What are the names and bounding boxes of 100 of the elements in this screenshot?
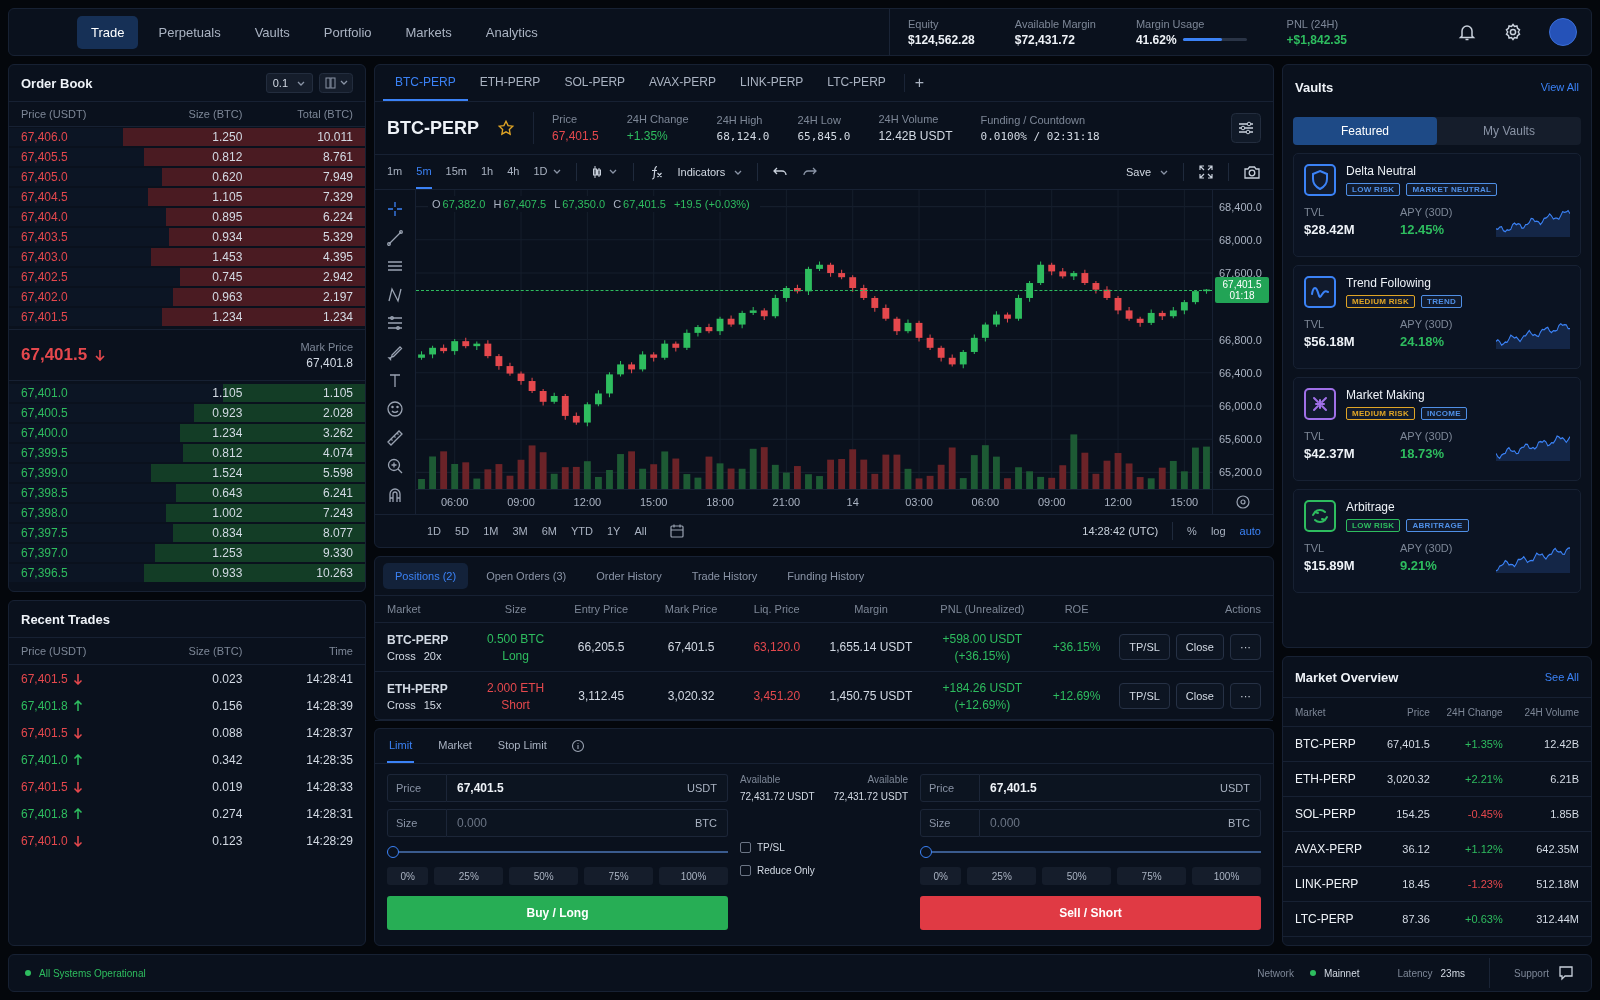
range-button[interactable]: 1M bbox=[483, 525, 499, 537]
emoji-icon[interactable] bbox=[386, 400, 404, 419]
view-all-link[interactable]: View All bbox=[1540, 81, 1579, 93]
candle-type-icon[interactable] bbox=[590, 164, 619, 180]
calendar-icon[interactable] bbox=[668, 523, 685, 539]
support-link[interactable]: Support bbox=[1513, 967, 1549, 979]
camera-icon[interactable] bbox=[1243, 163, 1261, 181]
symbol-tab[interactable]: AVAX-PERP bbox=[637, 65, 728, 101]
interval-button[interactable]: 1D bbox=[533, 155, 562, 189]
symbol-tab[interactable]: LTC-PERP bbox=[815, 65, 898, 101]
nav-tab[interactable]: Perpetuals bbox=[144, 15, 235, 49]
market-row[interactable]: LTC-PERP 87.36 +0.63% 312.44M bbox=[1283, 902, 1591, 937]
vault-card[interactable]: Trend Following MEDIUM RISK TREND TVL $56.18M APY (30D) 24.18% bbox=[1293, 265, 1581, 369]
sell-short-button[interactable]: Sell / Short bbox=[920, 896, 1261, 930]
percent-button[interactable]: 75% bbox=[584, 867, 654, 885]
size-input[interactable]: 0.000 bbox=[980, 809, 1218, 837]
percent-button[interactable]: 25% bbox=[434, 867, 504, 885]
market-row[interactable]: AVAX-PERP 36.12 +1.12% 642.35M bbox=[1283, 832, 1591, 867]
range-button[interactable]: 1Y bbox=[606, 525, 621, 537]
position-action-button[interactable]: ··· bbox=[1230, 683, 1261, 709]
scale-toggle[interactable]: log bbox=[1210, 525, 1226, 537]
percent-button[interactable]: 100% bbox=[1192, 867, 1261, 885]
add-tab-button[interactable]: + bbox=[903, 74, 935, 92]
positions-tab[interactable]: Order History bbox=[584, 563, 674, 589]
market-row[interactable]: LINK-PERP 18.45 -1.23% 512.18M bbox=[1283, 867, 1591, 902]
market-row[interactable]: SOL-PERP 154.25 -0.45% 1.85B bbox=[1283, 797, 1591, 832]
checkbox[interactable] bbox=[740, 865, 751, 876]
zoom-in-icon[interactable] bbox=[386, 457, 404, 476]
see-all-link[interactable]: See All bbox=[1544, 671, 1579, 683]
percent-button[interactable]: 0% bbox=[920, 867, 962, 885]
percent-button[interactable]: 75% bbox=[1117, 867, 1187, 885]
positions-tab[interactable]: Positions (2) bbox=[383, 563, 469, 589]
nav-tab[interactable]: Markets bbox=[391, 15, 466, 49]
checkbox-label[interactable]: Reduce Only bbox=[757, 865, 815, 876]
vault-card[interactable]: Market Making MEDIUM RISK INCOME TVL $42.37M APY (30D) 18.73% bbox=[1293, 377, 1581, 481]
position-action-button[interactable]: Close bbox=[1175, 634, 1224, 660]
market-row[interactable]: ETH-PERP 3,020.32 +2.21% 6.21B bbox=[1283, 762, 1591, 797]
position-action-button[interactable]: Close bbox=[1175, 683, 1224, 709]
percent-button[interactable]: 0% bbox=[387, 867, 429, 885]
checkbox-label[interactable]: TP/SL bbox=[757, 842, 785, 853]
settings-icon[interactable] bbox=[1503, 22, 1523, 42]
nav-tab[interactable]: Trade bbox=[77, 15, 139, 49]
chat-icon[interactable] bbox=[1557, 964, 1575, 982]
interval-button[interactable]: 1h bbox=[480, 155, 494, 189]
range-button[interactable]: YTD bbox=[570, 525, 593, 537]
market-row[interactable]: BTC-PERP 67,401.5 +1.35% 12.42B bbox=[1283, 727, 1591, 762]
slider-thumb[interactable] bbox=[387, 846, 399, 858]
range-button[interactable]: 3M bbox=[512, 525, 528, 537]
save-button[interactable]: Save bbox=[1125, 166, 1169, 178]
interval-button[interactable]: 15m bbox=[445, 155, 467, 189]
position-action-button[interactable]: TP/SL bbox=[1119, 683, 1170, 709]
fullscreen-icon[interactable] bbox=[1198, 164, 1214, 180]
symbol-tab[interactable]: LINK-PERP bbox=[728, 65, 816, 101]
nav-tab[interactable]: Portfolio bbox=[309, 15, 386, 49]
vault-tab[interactable]: My Vaults bbox=[1437, 117, 1581, 145]
settings-sliders-icon[interactable] bbox=[1231, 113, 1261, 143]
positions-tab[interactable]: Funding History bbox=[775, 563, 877, 589]
vault-card[interactable]: Delta Neutral LOW RISK MARKET NEUTRAL TVL $28.42M APY (30D) 12.45% bbox=[1293, 153, 1581, 257]
nav-tab[interactable]: Analytics bbox=[471, 15, 552, 49]
avatar[interactable] bbox=[1549, 18, 1577, 46]
order-type-tab[interactable]: Limit bbox=[387, 729, 415, 763]
tick-size-dropdown[interactable]: 0.1 bbox=[265, 73, 313, 93]
price-input[interactable]: 67,401.5 bbox=[980, 774, 1211, 802]
fib-levels-icon[interactable] bbox=[386, 314, 404, 333]
vault-card[interactable]: Arbitrage LOW RISK ABRITRAGE TVL $15.89M APY (30D) 9.21% bbox=[1293, 489, 1581, 593]
symbol-tab[interactable]: BTC-PERP bbox=[383, 65, 468, 101]
range-button[interactable]: 5D bbox=[455, 525, 470, 537]
positions-tab[interactable]: Open Orders (3) bbox=[474, 563, 579, 589]
scale-toggle[interactable]: auto bbox=[1239, 525, 1261, 537]
symbol-tab[interactable]: ETH-PERP bbox=[467, 65, 553, 101]
position-action-button[interactable]: TP/SL bbox=[1119, 634, 1170, 660]
layout-dropdown-icon[interactable] bbox=[319, 73, 353, 93]
vault-tab[interactable]: Featured bbox=[1293, 117, 1437, 145]
positions-tab[interactable]: Trade History bbox=[679, 563, 770, 589]
nav-tab[interactable]: Vaults bbox=[240, 15, 304, 49]
interval-button[interactable]: 4h bbox=[507, 155, 520, 189]
ruler-icon[interactable] bbox=[386, 428, 404, 447]
indicators-button[interactable]: Indicators bbox=[677, 166, 744, 178]
percent-button[interactable]: 50% bbox=[509, 867, 579, 885]
checkbox[interactable] bbox=[740, 842, 751, 853]
range-button[interactable]: 6M bbox=[541, 525, 557, 537]
order-type-tab[interactable]: Market bbox=[436, 729, 474, 763]
bell-icon[interactable] bbox=[1457, 22, 1477, 42]
settings-icon[interactable] bbox=[1235, 494, 1251, 510]
range-button[interactable]: All bbox=[634, 525, 647, 537]
percent-button[interactable]: 50% bbox=[1042, 867, 1112, 885]
position-action-button[interactable]: ··· bbox=[1230, 634, 1261, 660]
range-button[interactable]: 1D bbox=[427, 525, 442, 537]
trend-line-icon[interactable] bbox=[386, 228, 404, 247]
order-type-tab[interactable]: Stop Limit bbox=[495, 729, 549, 763]
magnet-icon[interactable] bbox=[386, 485, 404, 504]
symbol-tab[interactable]: SOL-PERP bbox=[552, 65, 638, 101]
crosshair-icon[interactable] bbox=[386, 200, 404, 218]
info-icon[interactable] bbox=[570, 739, 585, 753]
price-input[interactable]: 67,401.5 bbox=[447, 774, 678, 802]
interval-button[interactable]: 5m bbox=[416, 155, 432, 189]
pattern-icon[interactable] bbox=[386, 285, 404, 304]
scale-toggle[interactable]: % bbox=[1187, 525, 1197, 537]
percent-button[interactable]: 100% bbox=[659, 867, 728, 885]
percent-button[interactable]: 25% bbox=[967, 867, 1037, 885]
